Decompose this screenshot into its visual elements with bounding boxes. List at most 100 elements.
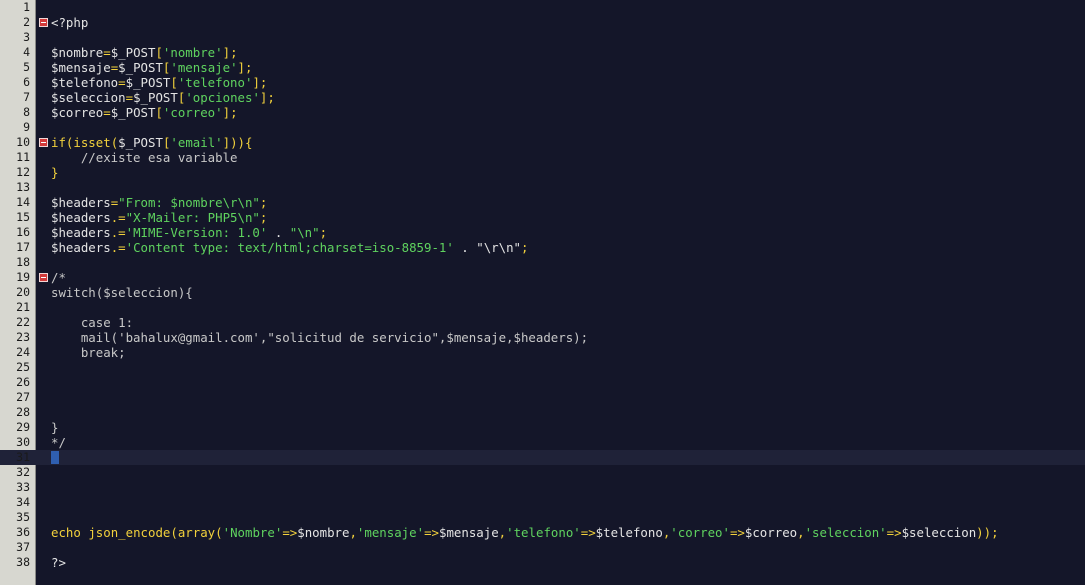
code-token: , [349, 525, 357, 540]
code-token: 'nombre' [162, 45, 223, 60]
code-text: echo json_encode(array('Nombre'=>$nombre… [51, 525, 999, 540]
code-token: if [51, 135, 66, 150]
code-line[interactable]: 7 $seleccion=$_POST['opciones']; [0, 90, 1085, 105]
code-line[interactable]: 37 [0, 540, 1085, 555]
code-token: ])){ [222, 135, 253, 150]
code-line[interactable]: 20 switch($seleccion){ [0, 285, 1085, 300]
code-line[interactable]: 32 [0, 465, 1085, 480]
code-line[interactable]: 34 [0, 495, 1085, 510]
code-line[interactable]: 22 case 1: [0, 315, 1085, 330]
code-token: 'opciones' [185, 90, 260, 105]
code-token: $headers [51, 240, 111, 255]
code-line[interactable]: 11 //existe esa variable [0, 150, 1085, 165]
line-number: 26 [16, 375, 30, 389]
code-line[interactable]: 33 [0, 480, 1085, 495]
code-token: isset [73, 135, 111, 150]
code-line[interactable]: 5 $mensaje=$_POST['mensaje']; [0, 60, 1085, 75]
code-token: 'telefono' [506, 525, 581, 540]
code-line[interactable]: 3 [0, 30, 1085, 45]
fold-minus-icon[interactable] [39, 18, 48, 27]
code-editor[interactable]: 1 2 <?php 3 4 $nombre=$_POST['nombre']; 5 $mens… [0, 0, 1085, 585]
line-number: 16 [16, 225, 30, 239]
code-text: $correo=$_POST['correo']; [51, 105, 238, 120]
code-token: => [282, 525, 298, 540]
code-area[interactable]: 1 2 <?php 3 4 $nombre=$_POST['nombre']; 5 $mens… [0, 0, 1085, 570]
code-line[interactable]: 18 [0, 255, 1085, 270]
code-line[interactable]: 13 [0, 180, 1085, 195]
current-code-line[interactable]: 31 [0, 450, 1085, 465]
code-token: 'correo' [162, 105, 223, 120]
line-number: 3 [23, 30, 30, 44]
code-token: [ [155, 45, 163, 60]
code-line[interactable]: 38 ?> [0, 555, 1085, 570]
code-line[interactable]: 15 $headers.="X-Mailer: PHP5\n"; [0, 210, 1085, 225]
code-token: .= [110, 210, 126, 225]
code-token: , [797, 525, 805, 540]
line-number: 20 [16, 285, 30, 299]
code-line[interactable]: 24 break; [0, 345, 1085, 360]
code-line[interactable]: 17 $headers.='Content type: text/html;cha… [0, 240, 1085, 255]
code-line[interactable]: 27 [0, 390, 1085, 405]
code-line[interactable]: 6 $telefono=$_POST['telefono']; [0, 75, 1085, 90]
code-line[interactable]: 8 $correo=$_POST['correo']; [0, 105, 1085, 120]
code-token: <?php [51, 15, 89, 30]
code-token: "X-Mailer: PHP5\n" [125, 210, 260, 225]
code-token: . [453, 240, 477, 255]
code-token: 'MIME-Version: 1.0' [125, 225, 268, 240]
code-line[interactable]: 1 [0, 0, 1085, 15]
code-line[interactable]: 26 [0, 375, 1085, 390]
code-line[interactable]: 35 [0, 510, 1085, 525]
code-token: $seleccion [901, 525, 977, 540]
code-token: ]; [252, 75, 268, 90]
code-token: $nombre [51, 45, 104, 60]
code-token: $_POST [133, 90, 178, 105]
code-line[interactable]: 14 $headers="From: $nombre\r\n"; [0, 195, 1085, 210]
code-line[interactable]: 12} [0, 165, 1085, 180]
line-number: 31 [16, 450, 30, 464]
code-token: $seleccion [51, 90, 126, 105]
line-number: 2 [23, 15, 30, 29]
fold-minus-icon[interactable] [39, 273, 48, 282]
code-token: ?> [51, 555, 66, 570]
code-token: ]; [222, 105, 238, 120]
line-number: 7 [23, 90, 30, 104]
code-line[interactable]: 2 <?php [0, 15, 1085, 30]
code-line[interactable]: 9 [0, 120, 1085, 135]
code-line[interactable]: 4 $nombre=$_POST['nombre']; [0, 45, 1085, 60]
code-line[interactable]: 30 */ [0, 435, 1085, 450]
code-token: ( [170, 525, 178, 540]
line-number: 29 [16, 420, 30, 434]
code-line[interactable]: 28 [0, 405, 1085, 420]
code-line[interactable]: 16 $headers.='MIME-Version: 1.0' . "\n"; [0, 225, 1085, 240]
code-token: echo [51, 525, 81, 540]
line-number: 5 [23, 60, 30, 74]
code-line[interactable]: 19 /* [0, 270, 1085, 285]
code-token: .= [110, 225, 126, 240]
code-text: mail('bahalux@gmail.com',"solicitud de s… [51, 330, 588, 345]
code-token: = [103, 45, 111, 60]
line-number: 24 [16, 345, 30, 359]
code-text: <?php [51, 15, 88, 30]
code-token: = [118, 75, 126, 90]
code-line[interactable]: 25 [0, 360, 1085, 375]
line-number: 32 [16, 465, 30, 479]
line-number: 21 [16, 300, 30, 314]
code-text: $nombre=$_POST['nombre']; [51, 45, 238, 60]
code-line[interactable]: 23 mail('bahalux@gmail.com',"solicitud d… [0, 330, 1085, 345]
code-token: case 1: [51, 315, 134, 330]
line-number: 11 [16, 150, 30, 164]
code-token: => [729, 525, 745, 540]
code-line[interactable]: 21 [0, 300, 1085, 315]
code-line[interactable]: 10 if(isset($_POST['email'])){ [0, 135, 1085, 150]
code-text: $headers.='MIME-Version: 1.0' . "\n"; [51, 225, 327, 240]
code-token: $headers [51, 195, 111, 210]
code-token: ; [521, 240, 529, 255]
code-line[interactable]: 36 echo json_encode(array('Nombre'=>$nomb… [0, 525, 1085, 540]
fold-minus-icon[interactable] [39, 138, 48, 147]
code-token: $_POST [110, 45, 156, 60]
code-token: $headers [51, 210, 111, 225]
code-token: $_POST [125, 75, 171, 90]
code-token: 'correo' [670, 525, 730, 540]
code-line[interactable]: 29} [0, 420, 1085, 435]
code-token: = [125, 90, 134, 105]
